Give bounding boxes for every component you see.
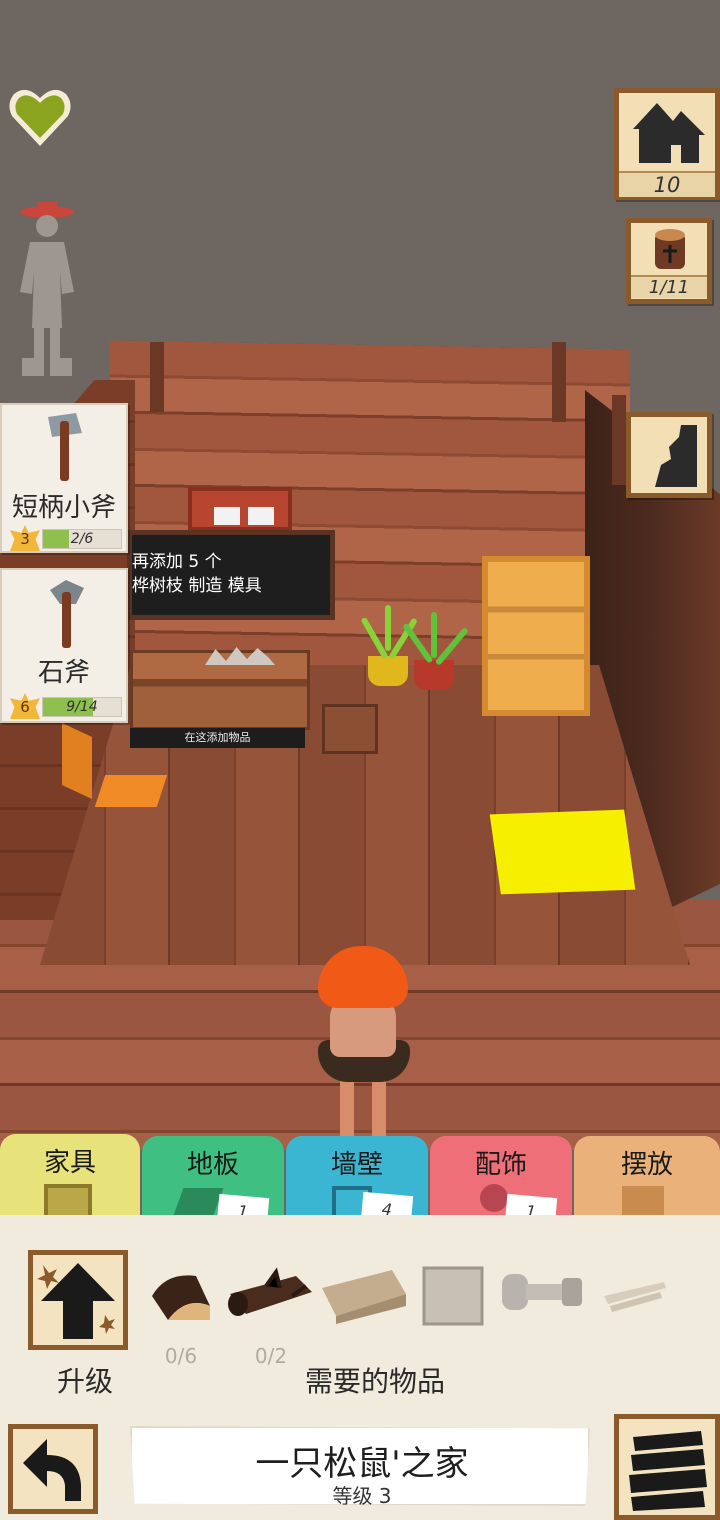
house-icon [633, 103, 705, 163]
wooden-chair[interactable] [94, 775, 168, 807]
chalkboard-text: 再添加 5 个 桦树枝 制造 模具 [132, 550, 332, 598]
home-title-plaque: 一只松鼠'之家 等级 3 [130, 1426, 590, 1506]
sign-window [214, 507, 240, 525]
wooden-crate[interactable] [322, 704, 378, 754]
wall-post [612, 395, 626, 485]
upgrade-button[interactable] [28, 1250, 128, 1350]
chalkboard-line-2: 桦树枝 制造 模具 [132, 576, 262, 596]
character-silhouette-icon [20, 202, 74, 376]
item-count: 0/6 [164, 1344, 198, 1368]
home-name: 一只松鼠'之家 [255, 1444, 469, 1484]
workbench-sign [188, 487, 292, 531]
health-heart-button[interactable] [6, 84, 74, 152]
tool-card-stone-axe[interactable]: 石斧 6 9/14 [0, 568, 128, 723]
layers-menu-button[interactable] [614, 1414, 720, 1520]
sticks-icon[interactable] [600, 1270, 670, 1330]
upgrade-arrow-icon [37, 1263, 115, 1339]
wall-post [552, 342, 566, 422]
character-outfit-button[interactable] [16, 200, 78, 380]
tool-progress-text: 2/6 [70, 531, 94, 547]
required-items-label: 需要的物品 [304, 1365, 445, 1398]
tab-label: 地板 [186, 1150, 239, 1180]
heart-icon [9, 89, 71, 146]
planks-icon[interactable] [318, 1266, 410, 1326]
floor-plank-icon [172, 1188, 224, 1218]
logs-button[interactable]: 1/11 [626, 218, 712, 304]
back-button[interactable] [8, 1424, 98, 1514]
homes-button[interactable]: 10 [614, 88, 720, 200]
tool-progress-bar: 9/14 [42, 697, 122, 717]
logs-count: 1/11 [631, 275, 707, 298]
potted-plant[interactable] [368, 656, 408, 686]
tool-level-badge: 3 [10, 525, 40, 551]
plant-leaf [431, 612, 437, 658]
character-leg [340, 1078, 354, 1138]
tab-label: 配饰 [474, 1150, 527, 1180]
tool-name: 石斧 [37, 658, 90, 688]
potted-plant[interactable] [414, 660, 454, 690]
stone-tile-icon[interactable] [420, 1264, 490, 1326]
tool-name: 短柄小斧 [11, 493, 116, 523]
yellow-rug[interactable] [489, 809, 636, 895]
tool-progress-fill [43, 530, 69, 548]
tool-level-badge: 6 [10, 693, 40, 719]
log-pile-icon[interactable] [226, 1266, 316, 1326]
sign-window [248, 507, 274, 525]
bark-icon[interactable] [146, 1266, 216, 1326]
bookshelf[interactable] [482, 556, 590, 716]
chalkboard-line-1: 再添加 5 个 [132, 552, 222, 572]
tool-progress-text: 9/14 [66, 699, 98, 715]
map-button[interactable] [626, 412, 712, 498]
tab-label: 摆放 [620, 1150, 673, 1180]
tool-card-hatchet[interactable]: 短柄小斧 3 2/6 [0, 403, 128, 553]
tool-progress-bar: 2/6 [42, 529, 122, 549]
plant-leaf [385, 605, 391, 651]
bench-add-item-label[interactable]: 在这添加物品 [130, 728, 305, 748]
log-icon [655, 229, 685, 269]
layers-icon [629, 1431, 707, 1511]
bolt-icon[interactable] [498, 1264, 588, 1324]
back-arrow-icon [23, 1439, 81, 1501]
flower-icon [480, 1184, 508, 1212]
wall-post [150, 342, 164, 412]
tab-label: 家具 [43, 1148, 96, 1178]
character-leg [372, 1078, 386, 1138]
stone-axe-icon [50, 580, 84, 648]
upgrade-label: 升级 [56, 1365, 113, 1398]
hatchet-icon [48, 413, 82, 481]
tab-label: 墙壁 [330, 1150, 383, 1180]
homes-count: 10 [619, 171, 715, 197]
map-icon [655, 425, 697, 487]
